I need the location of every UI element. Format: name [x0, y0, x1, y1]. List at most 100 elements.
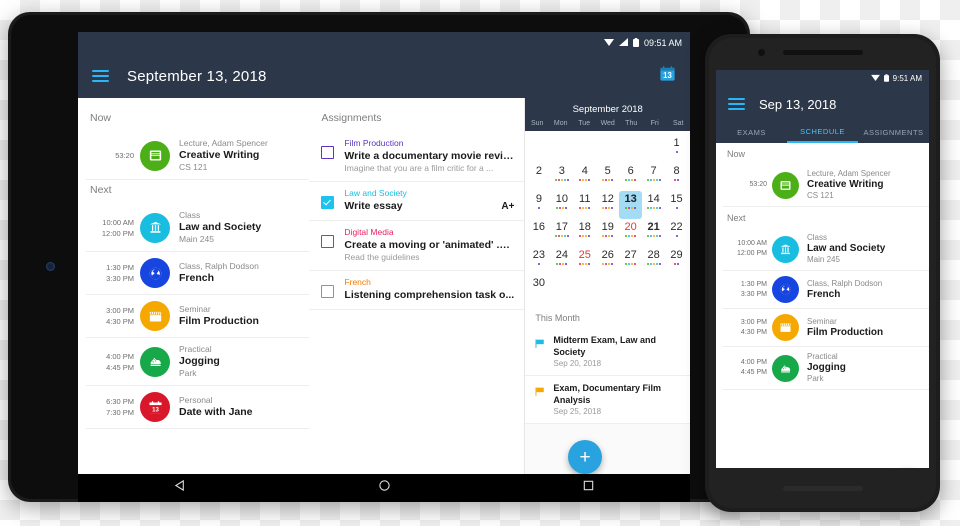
phone-device: 9:51 AM Sep 13, 2018 EXAMS SCHEDULE ASSIGN… [705, 34, 940, 512]
calendar-grid: 1 2 3 4 5 6 7 8 9 10 11 12 13 14 15 16 1… [525, 131, 690, 305]
event-subtitle: Seminar [179, 304, 211, 314]
month-event-item[interactable]: Exam, Documentary Film Analysis Sep 25, … [525, 376, 690, 424]
month-event-title: Exam, Documentary Film Analysis [553, 383, 661, 405]
calendar-day[interactable]: 12 [596, 191, 619, 219]
event-time: 1:30 PM 3:30 PM [106, 263, 134, 283]
calendar-day[interactable]: 14 [642, 191, 665, 219]
calendar-day[interactable]: 26 [596, 247, 619, 275]
calendar-day-dots [602, 263, 614, 266]
back-triangle-icon[interactable] [174, 479, 187, 497]
calendar-weekday-header: Sun Mon Tue Wed Thu Fri Sat [525, 120, 690, 131]
calendar-day[interactable]: 13 [619, 191, 643, 219]
calendar-day[interactable]: 17 [550, 219, 573, 247]
this-month-label: This Month [525, 305, 690, 328]
calendar-day-dots [537, 263, 540, 266]
now-list: 53:20 Lecture, Adam Spencer Creative Wri… [78, 132, 310, 180]
event-time: 1:30 PM 3:30 PM [740, 280, 767, 298]
calendar-day[interactable]: 6 [619, 163, 642, 191]
calendar-day[interactable]: 11 [573, 191, 596, 219]
assignment-body: French Listening comprehension task o... [344, 277, 514, 302]
calendar-day[interactable]: 20 [619, 219, 642, 247]
calendar-day[interactable]: 27 [619, 247, 642, 275]
assignments-header: Assignments [321, 112, 382, 124]
schedule-item[interactable]: 6:30 PM 7:30 PM 13 Personal Date with Jan… [86, 386, 310, 429]
calendar-day[interactable]: 29 [665, 247, 688, 275]
calendar-day[interactable]: 5 [596, 163, 619, 191]
calendar-day[interactable]: 18 [573, 219, 596, 247]
event-title: Creative Writing [179, 149, 260, 161]
plus-icon: + [579, 446, 591, 468]
calendar-day[interactable]: 10 [550, 191, 573, 219]
event-text: Seminar Film Production [179, 304, 259, 328]
event-title: Jogging [179, 355, 220, 367]
tab-exams[interactable]: EXAMS [716, 121, 787, 143]
calendar-13-icon[interactable]: 13 [659, 65, 676, 87]
calendar-day[interactable]: 21 [642, 219, 665, 247]
schedule-item[interactable]: 10:00 AM 12:00 PM Class Law and Society M… [86, 204, 310, 252]
tab-assignments[interactable]: ASSIGNMENTS [858, 121, 929, 143]
assignment-item[interactable]: Law and Society Write essay A+ [309, 182, 525, 221]
event-title: Law and Society [807, 243, 886, 254]
calendar-empty-cell [596, 135, 619, 163]
schedule-item[interactable]: 10:00 AM 12:00 PM Class Law and Society M… [723, 228, 929, 271]
schedule-item[interactable]: 4:00 PM 4:45 PM Practical Jogging Park [86, 338, 310, 386]
schedule-item[interactable]: 53:20 Lecture, Adam Spencer Creative Wri… [723, 164, 929, 207]
calendar-day[interactable]: 19 [596, 219, 619, 247]
assignment-item[interactable]: Digital Media Create a moving or 'animat… [309, 221, 525, 271]
calendar-day[interactable]: 1 [665, 135, 688, 163]
calendar-day-number: 13 [624, 193, 637, 205]
phone-tab-bar: EXAMS SCHEDULE ASSIGNMENTS [716, 121, 929, 143]
tablet-app-bar: September 13, 2018 13 [78, 54, 690, 98]
calendar-day[interactable]: 15 [665, 191, 688, 219]
schedule-item[interactable]: 1:30 PM 3:30 PM Class, Ralph Dodson Frenc… [86, 252, 310, 295]
recents-square-icon[interactable] [582, 479, 595, 497]
hamburger-menu-icon[interactable] [728, 98, 745, 110]
calendar-day[interactable]: 30 [527, 275, 550, 303]
schedule-item[interactable]: 4:00 PM 4:45 PM Practical Jogging Park [723, 347, 929, 390]
assignment-checkbox[interactable] [321, 285, 335, 298]
schedule-item[interactable]: 53:20 Lecture, Adam Spencer Creative Wri… [86, 132, 310, 180]
calendar-day-number: 7 [650, 165, 657, 177]
calendar-day[interactable]: 16 [527, 219, 550, 247]
add-button[interactable]: + [568, 440, 602, 474]
schedule-item[interactable]: 1:30 PM 3:30 PM Class, Ralph Dodson Frenc… [723, 271, 929, 309]
calendar-day[interactable]: 3 [550, 163, 573, 191]
calendar-day[interactable]: 28 [642, 247, 665, 275]
assignment-description: Read the guidelines [344, 252, 420, 262]
calendar-day[interactable]: 24 [550, 247, 573, 275]
calendar-day[interactable]: 22 [665, 219, 688, 247]
calendar-day-dots [579, 179, 591, 182]
assignment-checkbox[interactable] [321, 146, 335, 159]
assignment-checkbox[interactable] [321, 196, 335, 209]
calendar-month-title: September 2018 [525, 98, 690, 120]
calendar-day[interactable]: 23 [527, 247, 550, 275]
calendar-day-number: 25 [578, 249, 591, 261]
schedule-item[interactable]: 3:00 PM 4:30 PM Seminar Film Production [86, 295, 310, 338]
calendar-day[interactable]: 7 [642, 163, 665, 191]
calendar-day[interactable]: 4 [573, 163, 596, 191]
home-circle-icon[interactable] [378, 479, 391, 497]
event-timer: 53:20 [115, 151, 134, 160]
tab-schedule[interactable]: SCHEDULE [787, 121, 858, 143]
battery-icon [632, 37, 639, 49]
assignment-item[interactable]: French Listening comprehension task o... [309, 271, 525, 310]
hamburger-menu-icon[interactable] [92, 70, 109, 82]
calendar-weekday: Sun [530, 120, 544, 127]
month-event-item[interactable]: Midterm Exam, Law and Society Sep 20, 20… [525, 328, 690, 376]
calendar-day[interactable]: 25 [573, 247, 596, 275]
tablet-device: 09:51 AM September 13, 2018 13 Now 53:20… [8, 12, 750, 502]
assignment-item[interactable]: Film Production Write a documentary movi… [309, 132, 525, 182]
event-subtitle: Lecture, Adam Spencer [179, 138, 268, 148]
calendar-day[interactable]: 2 [527, 163, 550, 191]
calendar-day-dots [602, 207, 614, 210]
section-next-label: Next [727, 213, 746, 223]
assignment-course: Film Production [344, 138, 404, 148]
event-time: 4:00 PM 4:45 PM [106, 351, 134, 372]
calendar-day[interactable]: 9 [527, 191, 550, 219]
calendar-day-number: 11 [579, 193, 591, 205]
assignment-checkbox[interactable] [321, 235, 335, 248]
schedule-item[interactable]: 3:00 PM 4:30 PM Seminar Film Production [723, 309, 929, 347]
calendar-weekday: Mon [553, 120, 568, 127]
calendar-day-number: 20 [624, 221, 637, 233]
calendar-day[interactable]: 8 [665, 163, 688, 191]
